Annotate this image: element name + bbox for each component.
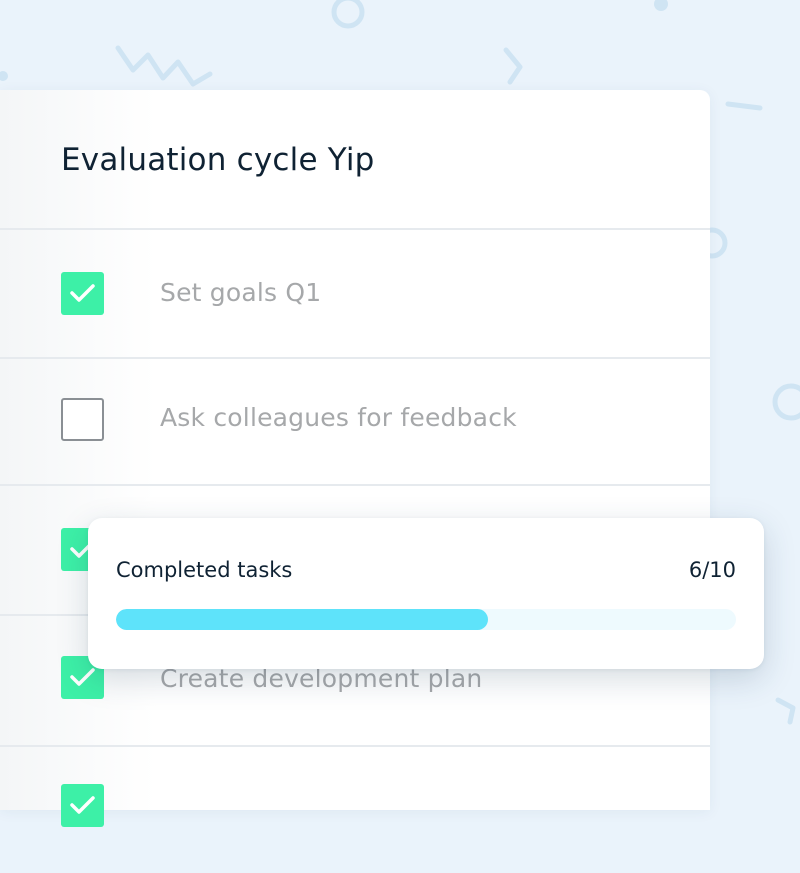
task-row[interactable]: Set goals Q1 [0, 230, 710, 356]
progress-title: Completed tasks [116, 558, 293, 582]
checkbox-checked[interactable] [61, 784, 104, 827]
task-label: Set goals Q1 [160, 278, 322, 307]
task-row[interactable]: Ask colleagues for feedback [0, 359, 710, 485]
progress-count: 6/10 [688, 558, 736, 582]
checklist-title: Evaluation cycle Yip [61, 142, 375, 178]
checklist-card: Evaluation cycle Yip Set goals Q1 Ask co… [0, 90, 710, 827]
checkmark-icon [70, 284, 95, 302]
checkbox-unchecked[interactable] [61, 398, 104, 441]
task-label: Ask colleagues for feedback [160, 403, 517, 432]
task-row[interactable] [0, 747, 710, 873]
progress-bar-fill [116, 609, 488, 630]
checkmark-icon [70, 668, 95, 686]
checkbox-checked[interactable] [61, 272, 104, 315]
checkmark-icon [70, 796, 95, 814]
progress-card: Completed tasks 6/10 [88, 518, 764, 669]
progress-bar [116, 609, 736, 630]
